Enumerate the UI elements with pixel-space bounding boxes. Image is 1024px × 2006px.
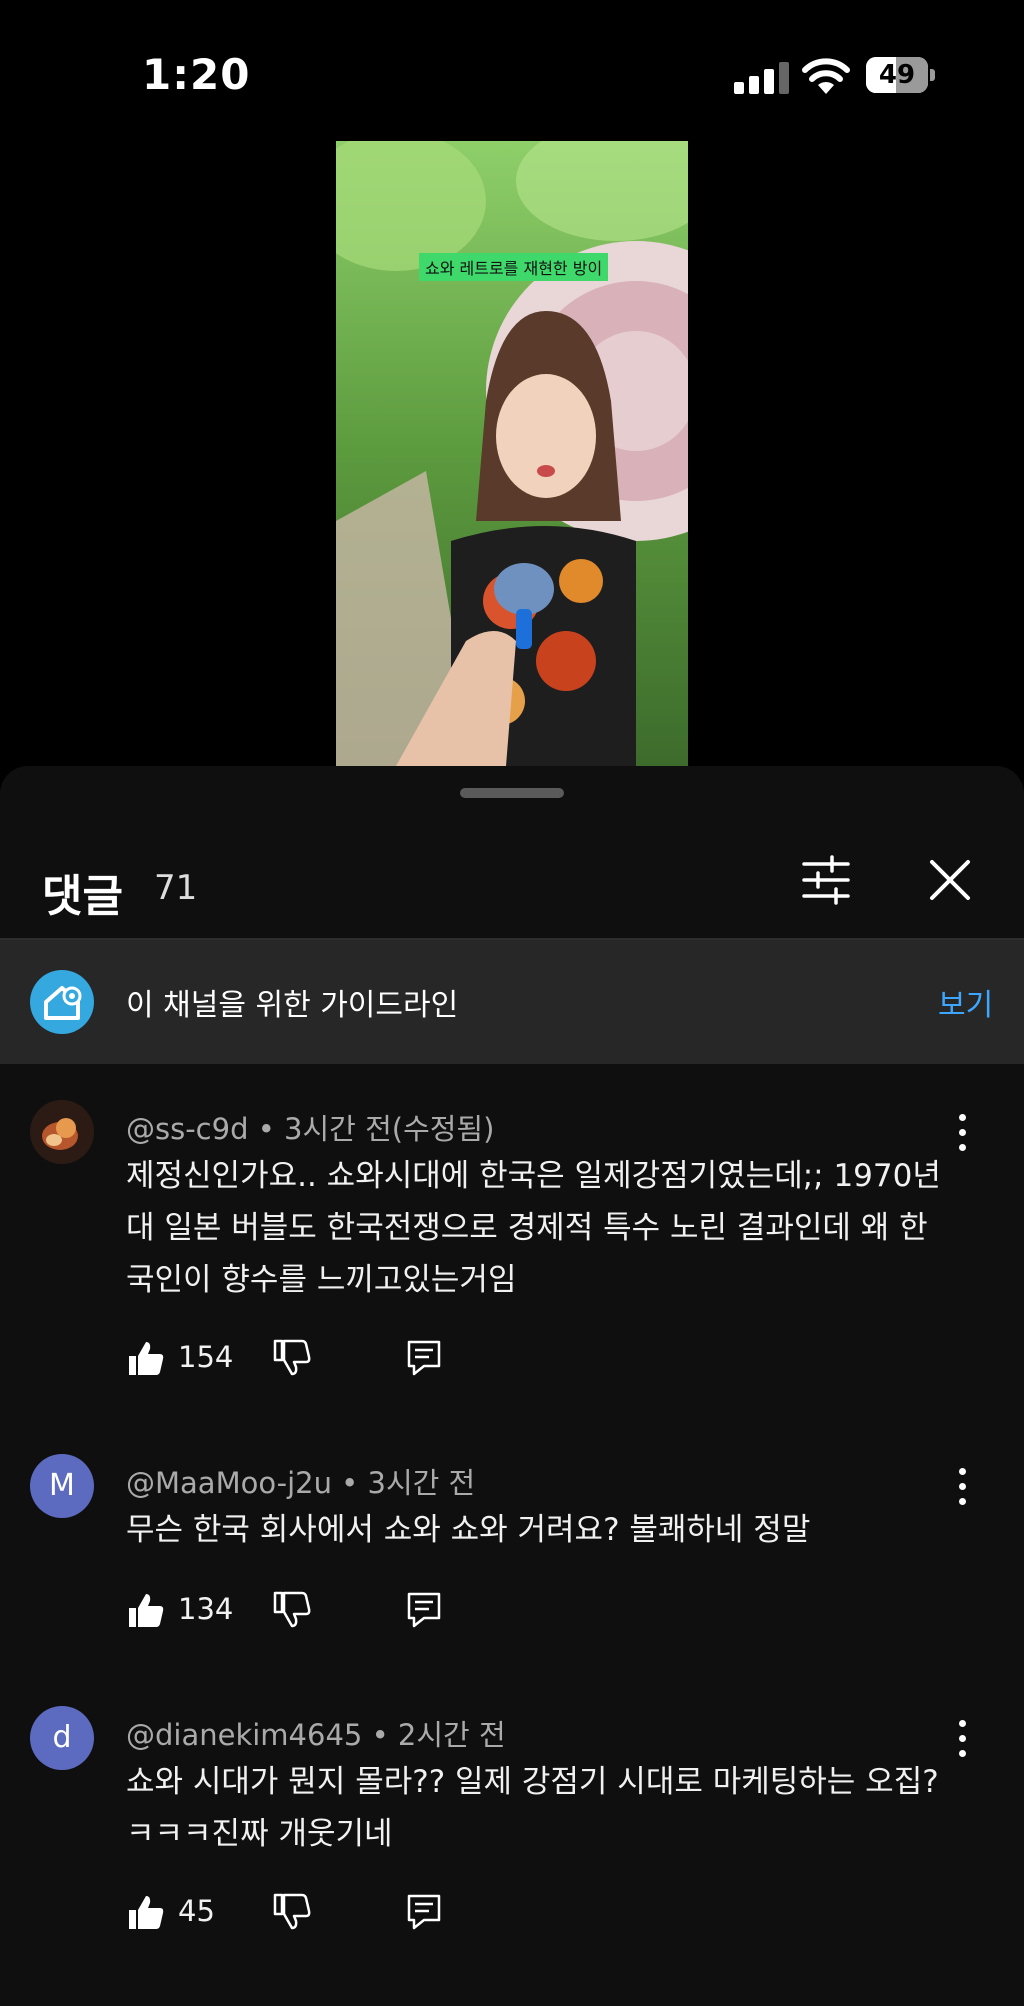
status-bar: 1:20 49 [0,0,1024,140]
comment-actions: 134 [126,1586,826,1636]
battery-percent: 49 [878,60,916,90]
avatar[interactable]: d [30,1706,94,1770]
like-count: 154 [178,1340,234,1374]
status-time: 1:20 [142,50,251,99]
comment-item: @ss-c9d • 3시간 전(수정됨) 제정신인가요.. 쇼와시대에 한국은 … [0,1100,1024,1430]
comment-actions: 45 [126,1888,826,1938]
comment-item: M @MaaMoo-j2u • 3시간 전 무슨 한국 회사에서 쇼와 쇼와 거… [0,1454,1024,1694]
comments-header: 댓글 71 [0,810,1024,940]
thumbs-up-icon[interactable] [126,1892,166,1932]
comment-item: d @dianekim4645 • 2시간 전 쇼와 시대가 뭔지 몰라?? 일… [0,1706,1024,1996]
comments-sheet: 댓글 71 이 채널을 위한 가이드라인 보기 @ss-c9d • 3시간 전(… [0,766,1024,2006]
thumbs-down-icon[interactable] [272,1590,312,1630]
battery-indicator: 49 [866,57,938,93]
video-frame-image [336,141,688,766]
guideline-text: 이 채널을 위한 가이드라인 [126,988,459,1023]
house-heart-icon [30,970,94,1034]
comment-time: 3시간 전 [367,1466,476,1500]
drag-handle[interactable] [460,788,564,798]
comment-author[interactable]: @dianekim4645 [126,1718,362,1752]
thumbs-up-icon[interactable] [126,1338,166,1378]
comment-time: 3시간 전(수정됨) [284,1112,495,1146]
comment-author[interactable]: @MaaMoo-j2u [126,1466,332,1500]
comments-count: 71 [154,868,198,908]
thumbs-down-icon[interactable] [272,1338,312,1378]
comment-time: 2시간 전 [397,1718,506,1752]
comment-icon[interactable] [404,1892,444,1932]
video-caption: 쇼와 레트로를 재현한 방이 [419,253,609,281]
close-icon[interactable] [920,850,980,910]
comment-meta: @dianekim4645 • 2시간 전 [126,1718,506,1752]
wifi-icon [802,58,850,94]
cellular-signal-icon [734,62,789,94]
comments-title: 댓글 [42,871,123,922]
video-player[interactable]: 쇼와 레트로를 재현한 방이 [336,141,688,766]
view-guidelines-link[interactable]: 보기 [938,980,993,1024]
channel-guidelines-banner[interactable]: 이 채널을 위한 가이드라인 보기 [0,940,1024,1064]
thumbs-up-icon[interactable] [126,1590,166,1630]
avatar[interactable]: M [30,1454,94,1518]
like-count: 45 [178,1894,215,1928]
comment-text: 무슨 한국 회사에서 쇼와 쇼와 거려요? 불쾌하네 정말 [126,1512,811,1548]
comment-author[interactable]: @ss-c9d [126,1112,249,1146]
sliders-icon[interactable] [796,850,856,910]
comment-text: 쇼와 시대가 뭔지 몰라?? 일제 강점기 시대로 마케팅하는 오집? ㅋㅋㅋ진… [126,1764,939,1852]
avatar[interactable] [30,1100,94,1164]
thumbs-down-icon[interactable] [272,1892,312,1932]
comment-meta: @ss-c9d • 3시간 전(수정됨) [126,1112,495,1146]
like-count: 134 [178,1592,234,1626]
comment-text: 제정신인가요.. 쇼와시대에 한국은 일제강점기였는데;; 1970년대 일본 … [126,1158,941,1298]
comment-icon[interactable] [404,1590,444,1630]
comment-meta: @MaaMoo-j2u • 3시간 전 [126,1466,476,1500]
comment-actions: 154 [126,1334,826,1384]
comment-icon[interactable] [404,1338,444,1378]
